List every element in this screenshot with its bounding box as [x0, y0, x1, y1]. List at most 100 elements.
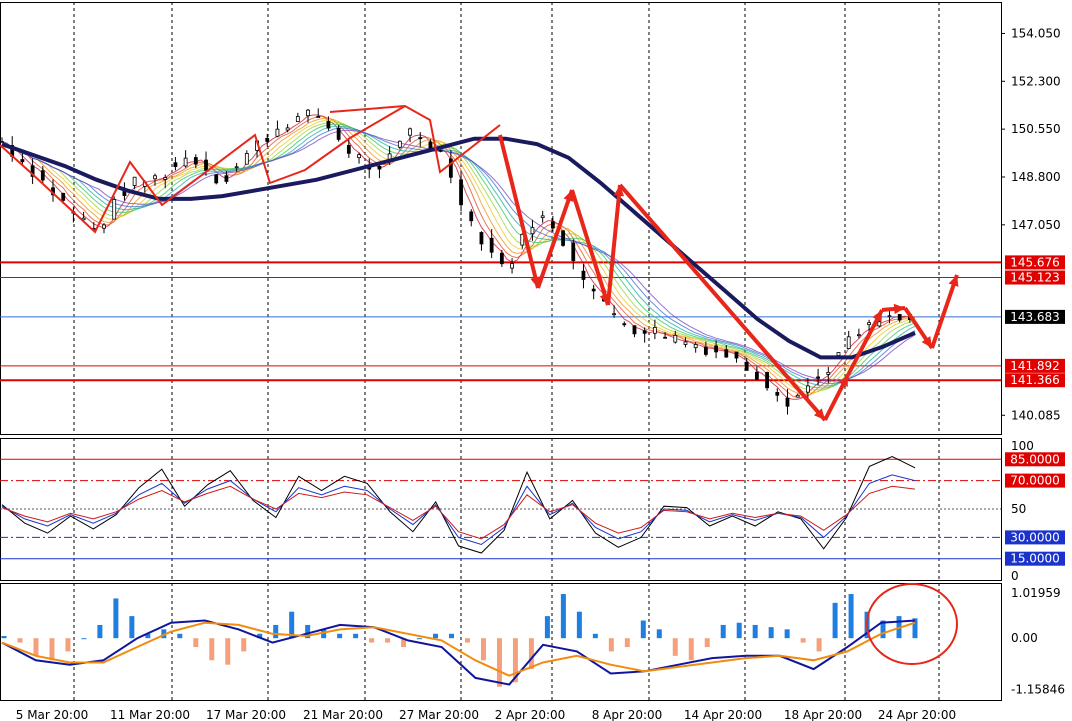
- candle-body: [112, 199, 117, 220]
- macd-histogram-bar: [65, 638, 71, 652]
- candle-body: [132, 176, 137, 186]
- candle-body: [418, 137, 423, 140]
- candle-body: [163, 177, 168, 180]
- x-tick-label: 17 Mar 20:00: [206, 708, 286, 721]
- candle-body: [540, 215, 545, 219]
- macd-histogram-bar: [704, 638, 710, 648]
- candle-body: [550, 221, 555, 229]
- candle-body: [397, 140, 402, 148]
- slow-moving-average: [1, 136, 916, 360]
- macd-histogram-bar: [193, 638, 199, 648]
- macd-histogram-bar: [688, 638, 694, 661]
- oscillator-line: [1, 485, 916, 540]
- trading-chart[interactable]: 5 Mar 20:00 11 Mar 20:00 17 Mar 20:00 21 Ma…: [0, 0, 1072, 721]
- x-tick-label: 21 Mar 20:00: [303, 708, 383, 721]
- candle-body: [183, 157, 188, 167]
- macd-histogram-bar: [656, 629, 662, 639]
- wave-arrow: [498, 134, 540, 289]
- wave-arrow: [930, 274, 959, 349]
- candle-body: [479, 232, 484, 245]
- candle-body: [856, 334, 861, 337]
- candle-body: [275, 128, 280, 137]
- x-tick-label: 24 Apr 20:00: [878, 708, 956, 721]
- candle-body: [244, 153, 249, 165]
- candle-body: [234, 166, 239, 169]
- wave-arrow-head: [893, 303, 905, 315]
- macd-histogram-bar: [736, 622, 742, 639]
- macd-histogram-bar: [177, 633, 183, 639]
- candle-body: [306, 109, 310, 117]
- candle-body: [489, 237, 494, 253]
- macd-histogram-bar: [417, 638, 423, 640]
- ma-ribbon-line: [1, 121, 916, 391]
- x-tick-label: 27 Mar 20:00: [399, 708, 479, 721]
- x-tick-label: 8 Apr 20:00: [592, 708, 663, 721]
- macd-histogram-bar: [337, 633, 343, 639]
- oscillator-level-label: 30.0000: [1010, 530, 1060, 544]
- wave-arrow: [570, 189, 610, 306]
- x-tick-label: 2 Apr 20:00: [495, 708, 566, 721]
- wave-arrow: [618, 183, 827, 422]
- macd-histogram-bar: [273, 624, 279, 639]
- macd-histogram-bar: [1, 635, 7, 639]
- macd-series: [1, 583, 958, 687]
- candle-body: [581, 270, 586, 280]
- candle-body: [561, 230, 565, 246]
- macd-histogram-bar: [97, 624, 103, 639]
- candle-body: [530, 227, 535, 235]
- macd-histogram-bar: [369, 638, 375, 643]
- candle-body: [714, 345, 718, 353]
- x-tick-label: 14 Apr 20:00: [684, 708, 762, 721]
- oscillator-y-tick: 100: [1011, 439, 1034, 453]
- macd-y-tick: -1.15846: [1011, 682, 1065, 696]
- candle-body: [826, 371, 831, 375]
- candle-body: [836, 352, 841, 356]
- price-y-tick: 152.300: [1011, 74, 1061, 88]
- macd-histogram-bar: [129, 616, 135, 639]
- candle-body: [673, 334, 678, 343]
- price-level-label: 145.123: [1010, 271, 1060, 285]
- candle-body: [428, 141, 433, 149]
- candle-body: [285, 127, 290, 131]
- ma-ribbon-line: [1, 123, 916, 389]
- oscillator-line: [1, 474, 916, 546]
- current-price-label: 143.683: [1010, 310, 1060, 324]
- macd-histogram-bar: [576, 611, 582, 639]
- price-level-label: 141.892: [1010, 359, 1060, 373]
- candle-body: [204, 159, 208, 171]
- candle-body: [632, 325, 637, 335]
- price-y-tick: 154.050: [1011, 26, 1061, 40]
- macd-y-tick: 1.01959: [1011, 586, 1061, 600]
- candle-body: [61, 192, 66, 201]
- candle-body: [122, 191, 127, 196]
- macd-histogram-bar: [480, 638, 486, 661]
- wave-arrow-head: [948, 275, 959, 287]
- macd-histogram-bar: [624, 638, 630, 648]
- macd-histogram-bar: [752, 624, 758, 639]
- candle-body: [897, 314, 902, 321]
- candle-body: [102, 224, 106, 229]
- ma-ribbon-line: [1, 129, 916, 382]
- candle-body: [153, 175, 157, 180]
- macd-histogram-bar: [81, 638, 87, 640]
- price-y-tick: 150.550: [1011, 122, 1061, 136]
- macd-histogram-bar: [672, 638, 678, 656]
- macd-histogram-bar: [496, 638, 502, 687]
- candle-body: [336, 127, 341, 140]
- candle-body: [469, 211, 474, 222]
- candle-body: [795, 394, 800, 398]
- candle-body: [622, 323, 627, 326]
- candle-body: [785, 397, 790, 407]
- candle-body: [510, 263, 514, 269]
- oscillator-level-label: 15.0000: [1010, 552, 1060, 566]
- candle-body: [612, 313, 616, 316]
- ma-ribbon-line: [1, 117, 916, 397]
- price-y-tick: 140.085: [1011, 408, 1061, 422]
- ma-ribbon-line: [1, 119, 916, 394]
- oscillator-level-label: 85.0000: [1010, 452, 1060, 466]
- oscillator-y-tick: 50: [1011, 502, 1026, 516]
- candle-body: [693, 344, 698, 349]
- macd-y-tick: 0.00: [1011, 631, 1038, 645]
- candle-body: [652, 327, 657, 334]
- candle-body: [846, 336, 851, 349]
